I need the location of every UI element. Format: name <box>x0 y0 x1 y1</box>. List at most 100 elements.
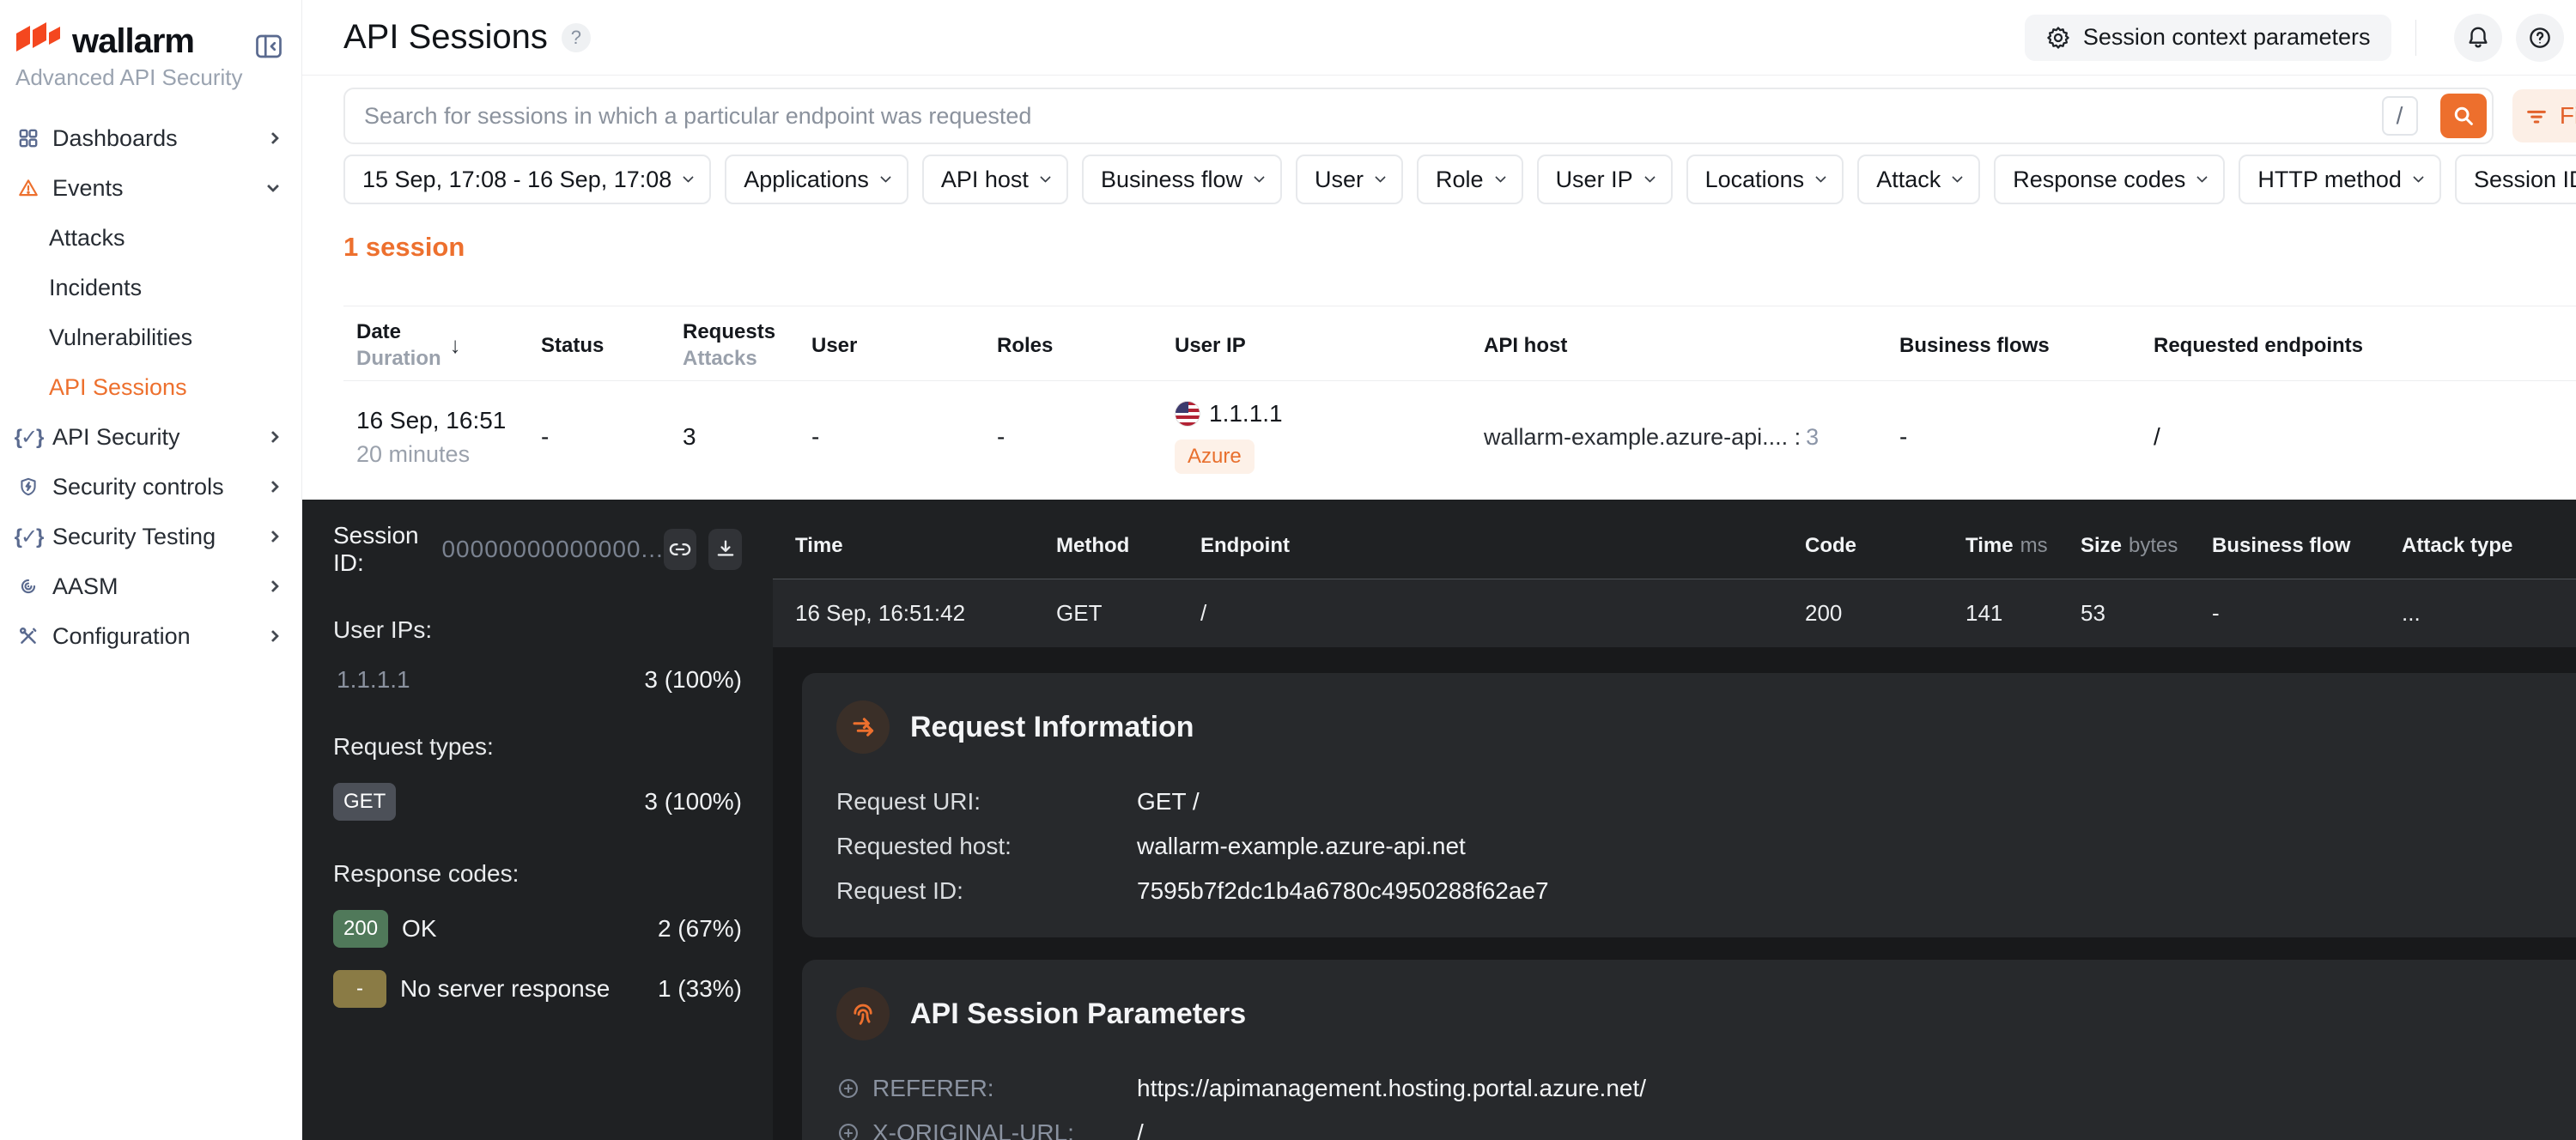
chevron-down-icon <box>1040 172 1051 183</box>
us-flag-icon <box>1175 401 1200 427</box>
session-id-value: 00000000000000... <box>441 536 663 563</box>
search-icon <box>2451 103 2476 129</box>
sort-descending-icon: ↓ <box>450 332 461 359</box>
sidebar-item-vulnerabilities[interactable]: Vulnerabilities <box>0 312 301 362</box>
shield-bolt-icon <box>17 476 39 498</box>
cell-time: 16 Sep, 16:51:42 <box>795 600 1056 627</box>
filter-chip-business-flow[interactable]: Business flow <box>1082 155 1282 204</box>
response-code-row: - No server response 1 (33%) <box>333 970 742 1008</box>
chevron-down-icon <box>880 172 891 183</box>
filter-chip-session-id[interactable]: Session ID <box>2455 155 2576 204</box>
column-time: Time <box>795 534 1056 558</box>
cell-user: - <box>811 423 997 451</box>
azure-tag[interactable]: Azure <box>1175 440 1255 474</box>
filter-chip-role[interactable]: Role <box>1417 155 1523 204</box>
plus-circle-icon <box>836 1076 860 1101</box>
cell-time-ms: 141 <box>1965 600 2081 627</box>
logo-subtitle: Advanced API Security <box>15 64 242 91</box>
sidebar-item-api-security[interactable]: {✓} API Security <box>0 412 301 462</box>
cell-api-host: wallarm-example.azure-api.... :3 <box>1484 424 1899 451</box>
filter-chip-response-codes[interactable]: Response codes <box>1994 155 2225 204</box>
filter-chip-date-range[interactable]: 15 Sep, 17:08 - 16 Sep, 17:08 <box>343 155 711 204</box>
title-help-icon[interactable]: ? <box>562 23 591 52</box>
slash-shortcut-key: / <box>2382 96 2418 136</box>
session-context-parameters-button[interactable]: Session context parameters <box>2025 15 2391 61</box>
sidebar-item-dashboards[interactable]: Dashboards <box>0 113 301 163</box>
cell-status: - <box>541 423 683 451</box>
response-code-row: 200 OK 2 (67%) <box>333 910 742 948</box>
column-status: Status <box>541 332 683 359</box>
filter-chip-attack[interactable]: Attack <box>1857 155 1980 204</box>
filter-chip-user[interactable]: User <box>1296 155 1403 204</box>
sidebar-item-configuration[interactable]: Configuration <box>0 611 301 661</box>
column-attack-type: Attack type <box>2402 534 2576 558</box>
collapse-sidebar-icon[interactable] <box>253 31 284 66</box>
search-input[interactable] <box>345 89 2492 142</box>
column-user: User <box>811 332 997 359</box>
dashboards-icon <box>17 127 39 149</box>
code-none-badge: - <box>333 970 386 1008</box>
search-button[interactable] <box>2440 94 2487 138</box>
logo-row: wallarm Advanced API Security <box>0 22 301 91</box>
sessions-table-header: Date Duration ↓ Status Requests Attacks … <box>343 306 2576 380</box>
request-row[interactable]: 16 Sep, 16:51:42 GET / 200 141 53 - ... <box>773 579 2576 647</box>
filter-chip-locations[interactable]: Locations <box>1686 155 1844 204</box>
cell-endpoint: / <box>1200 600 1805 627</box>
tools-icon <box>17 625 39 647</box>
download-icon <box>714 537 738 561</box>
request-arrows-icon <box>836 700 890 754</box>
session-id-label: Session ID: <box>333 522 428 577</box>
help-button[interactable] <box>2516 14 2564 62</box>
question-icon <box>2527 25 2553 51</box>
request-uri-row: Request URI: GET / <box>836 788 2576 816</box>
api-session-parameters-title: API Session Parameters <box>910 998 1246 1031</box>
app-root: wallarm Advanced API Security Dashboards <box>0 0 2576 1140</box>
sidebar-item-aasm[interactable]: AASM <box>0 561 301 611</box>
column-date-duration[interactable]: Date Duration ↓ <box>356 318 541 372</box>
sidebar-item-events[interactable]: Events <box>0 163 301 213</box>
x-original-url-row: X-ORIGINAL-URL: / <box>836 1119 2576 1140</box>
column-api-host: API host <box>1484 332 1899 359</box>
column-requested-endpoints: Requested endpoints <box>2154 332 2576 359</box>
chevron-down-icon <box>2196 172 2208 183</box>
request-type-row: GET 3 (100%) <box>333 783 742 821</box>
content-area: / Filter <box>302 76 2576 500</box>
cell-size: 53 <box>2081 600 2212 627</box>
column-method: Method <box>1056 534 1200 558</box>
chevron-down-icon <box>267 179 279 191</box>
filter-icon <box>2524 104 2549 128</box>
sidebar-item-security-testing[interactable]: {✓} Security Testing <box>0 512 301 561</box>
session-row[interactable]: 16 Sep, 16:51 20 minutes - 3 - - 1.1.1.1… <box>343 380 2576 500</box>
sidebar: wallarm Advanced API Security Dashboards <box>0 0 302 1140</box>
wallarm-logo: wallarm Advanced API Security <box>15 22 242 91</box>
chevron-right-icon <box>267 531 279 543</box>
topbar: API Sessions ? Session context parameter… <box>302 0 2576 76</box>
filter-chip-api-host[interactable]: API host <box>922 155 1068 204</box>
cell-requests: 3 <box>683 423 811 451</box>
cell-code: 200 <box>1805 600 1965 627</box>
filter-button[interactable]: Filter <box>2512 89 2576 142</box>
sidebar-item-api-sessions[interactable]: API Sessions <box>0 362 301 412</box>
requests-table-header: Time Method Endpoint Code Timems Sizebyt… <box>773 500 2576 579</box>
chevron-right-icon <box>267 630 279 642</box>
column-roles: Roles <box>997 332 1175 359</box>
download-button[interactable] <box>708 529 742 570</box>
filter-chips-row: 15 Sep, 17:08 - 16 Sep, 17:08 Applicatio… <box>343 155 2576 204</box>
user-ip-row: 1.1.1.1 3 (100%) <box>333 666 742 694</box>
logo-title: wallarm <box>72 22 194 61</box>
column-requests-attacks: Requests Attacks <box>683 318 811 372</box>
notifications-button[interactable] <box>2454 14 2502 62</box>
sidebar-item-incidents[interactable]: Incidents <box>0 263 301 312</box>
filter-chip-http-method[interactable]: HTTP method <box>2239 155 2441 204</box>
api-session-parameters-card: API Session Parameters REFERER: <box>802 960 2576 1140</box>
filter-chip-user-ip[interactable]: User IP <box>1537 155 1673 204</box>
response-codes-label: Response codes: <box>333 860 742 888</box>
requests-panel: Time Method Endpoint Code Timems Sizebyt… <box>773 500 2576 1140</box>
spiral-icon <box>17 575 39 597</box>
sidebar-item-attacks[interactable]: Attacks <box>0 213 301 263</box>
session-count: 1 session <box>343 232 2576 263</box>
filter-chip-applications[interactable]: Applications <box>725 155 908 204</box>
copy-link-button[interactable] <box>664 529 697 570</box>
sidebar-item-security-controls[interactable]: Security controls <box>0 462 301 512</box>
column-business-flows: Business flows <box>1899 332 2154 359</box>
